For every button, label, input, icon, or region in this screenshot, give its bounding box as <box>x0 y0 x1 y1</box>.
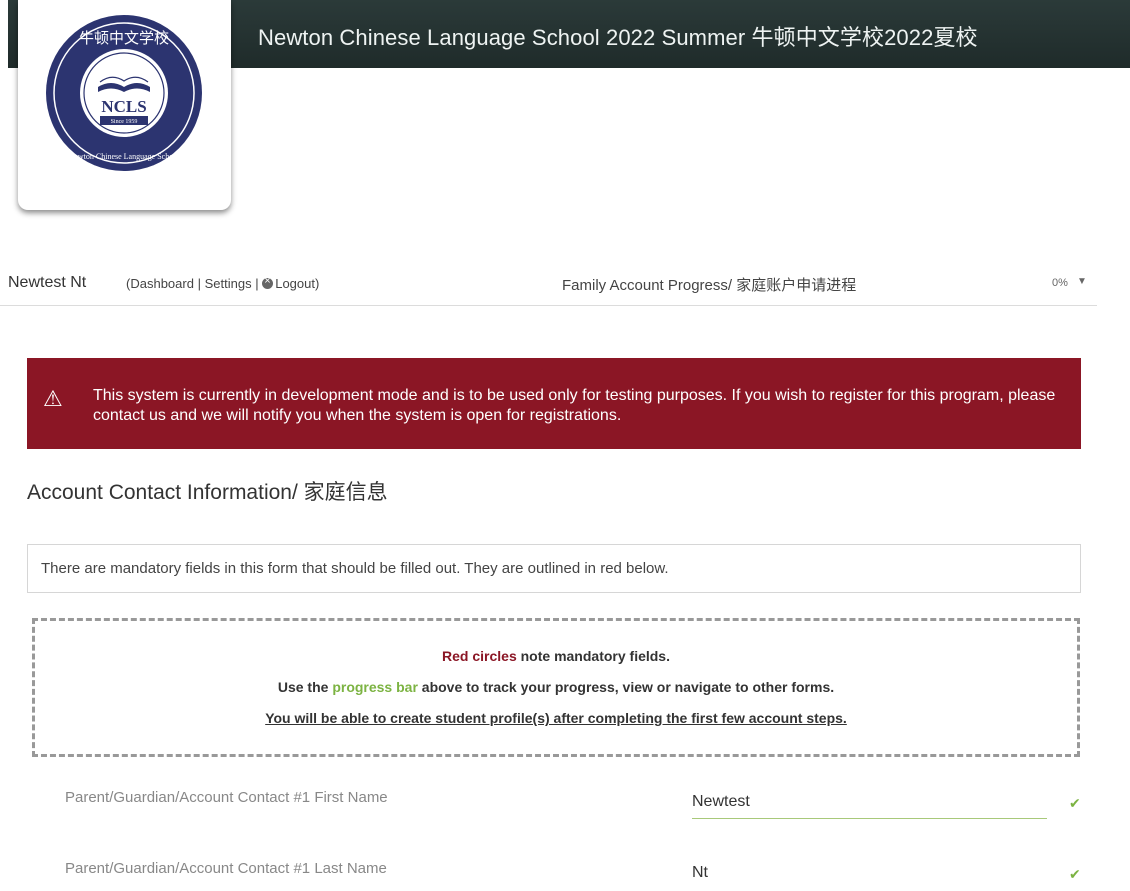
mandatory-fields-notice: There are mandatory fields in this form … <box>27 544 1081 593</box>
check-icon: ✔ <box>1069 795 1081 811</box>
warning-triangle-icon: ⚠ <box>43 386 63 411</box>
notice-text: There are mandatory fields in this form … <box>41 560 669 577</box>
logo-abbr: NCLS <box>101 97 146 116</box>
instruction-text: note mandatory fields. <box>516 648 670 664</box>
user-name: Newtest Nt <box>8 274 87 291</box>
link-separator: | <box>255 276 259 291</box>
instruction-line: You will be able to create student profi… <box>265 710 847 726</box>
check-icon: ✔ <box>1069 866 1081 882</box>
last-name-label: Parent/Guardian/Account Contact #1 Last … <box>65 860 387 877</box>
last-name-input[interactable]: Nt <box>692 856 1047 890</box>
user-links: (Dashboard | Settings | Logout) <box>126 275 320 291</box>
site-title: Newton Chinese Language School 2022 Summ… <box>258 25 978 50</box>
ncls-seal-logo: NCLS Since 1959 牛顿中文学校 Newton Chinese La… <box>46 15 202 171</box>
logo-chinese: 牛顿中文学校 <box>79 29 169 47</box>
progress-bar-highlight: progress bar <box>332 679 418 695</box>
school-logo[interactable]: NCLS Since 1959 牛顿中文学校 Newton Chinese La… <box>18 0 231 210</box>
link-separator: | <box>197 276 201 291</box>
instruction-line: Red circles note mandatory fields. <box>35 648 1077 664</box>
instructions-box: Red circles note mandatory fields. Use t… <box>32 618 1080 757</box>
progress-title[interactable]: Family Account Progress/ 家庭账户申请进程 <box>562 274 856 295</box>
settings-link[interactable]: Settings <box>205 276 252 291</box>
chevron-down-icon[interactable]: ▼ <box>1077 276 1087 287</box>
instruction-line: Use the progress bar above to track your… <box>35 679 1077 695</box>
instruction-text: above to track your progress, view or na… <box>417 679 835 695</box>
logout-label: Logout <box>275 276 315 291</box>
alert-text: This system is currently in development … <box>93 387 1056 424</box>
user-bar: Newtest Nt (Dashboard | Settings | Logou… <box>0 265 1097 306</box>
logout-link[interactable]: Logout <box>262 275 315 291</box>
red-circles-highlight: Red circles <box>442 648 517 664</box>
dashboard-link[interactable]: Dashboard <box>130 276 194 291</box>
close-paren: ) <box>314 276 320 291</box>
section-heading: Account Contact Information/ 家庭信息 <box>27 481 388 504</box>
first-name-input[interactable]: Newtest <box>692 785 1047 819</box>
logout-icon <box>262 275 274 289</box>
instruction-text: Use the <box>277 679 333 695</box>
logo-english: Newton Chinese Language School <box>69 152 181 161</box>
first-name-label: Parent/Guardian/Account Contact #1 First… <box>65 789 388 806</box>
development-mode-alert: ⚠ This system is currently in developmen… <box>27 358 1081 449</box>
logo-since: Since 1959 <box>111 119 138 125</box>
progress-percent: 0% <box>1052 277 1068 289</box>
